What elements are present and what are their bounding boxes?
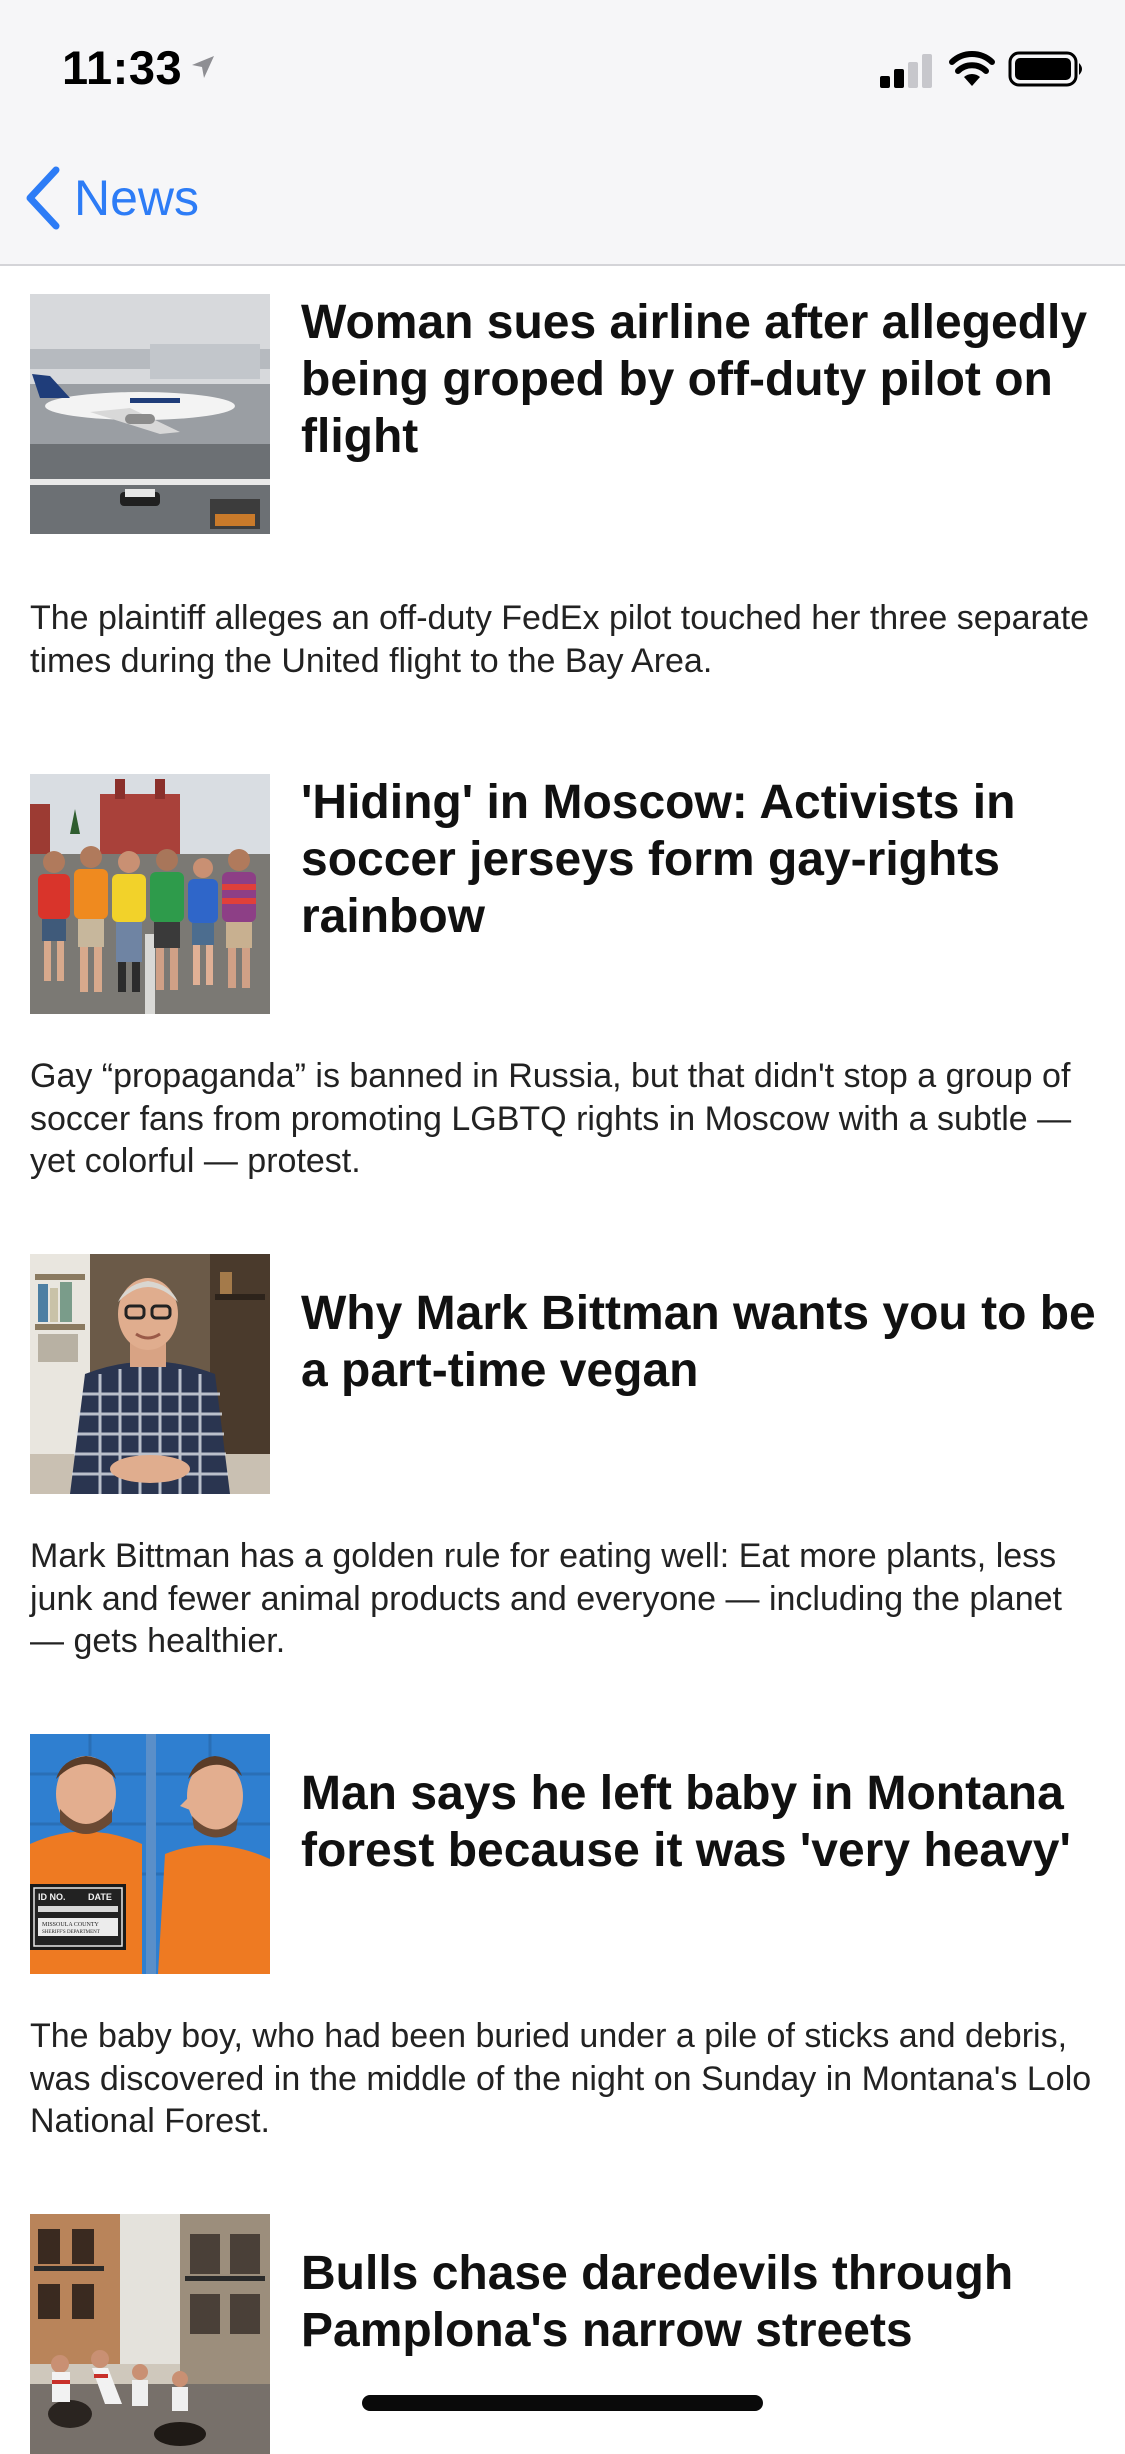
article-summary: Mark Bittman has a golden rule for eatin… xyxy=(30,1537,1062,1660)
chevron-left-icon xyxy=(26,166,60,230)
airplane-photo xyxy=(30,294,270,534)
mugshot-photo: ID NO. DATE MISSOULA COUNTY SHERIFF'S DE… xyxy=(30,1734,270,1974)
back-button[interactable]: News xyxy=(22,162,199,234)
street-run-photo xyxy=(30,2214,270,2454)
battery-icon xyxy=(1008,51,1082,87)
home-indicator[interactable] xyxy=(362,2395,763,2411)
article-headline: Bulls chase daredevils through Pamplona'… xyxy=(301,2247,1014,2357)
wifi-icon xyxy=(949,51,995,86)
article-summary: Gay “propaganda” is banned in Russia, bu… xyxy=(30,1057,1072,1180)
navigation-bar: 11:33 News xyxy=(0,0,1125,266)
article-summary: The plaintiff alleges an off-duty FedEx … xyxy=(30,599,1090,680)
location-arrow-icon xyxy=(192,56,214,78)
status-time: 11:33 xyxy=(62,41,183,94)
mugshot-id-label: ID NO. xyxy=(38,1892,66,1902)
portrait-photo xyxy=(30,1254,270,1494)
back-label: News xyxy=(74,170,200,226)
article-headline: 'Hiding' in Moscow: Activists in soccer … xyxy=(301,776,1016,943)
article-headline: Man says he left baby in Montana forest … xyxy=(301,1767,1071,1877)
mugshot-board-line-2: SHERIFF'S DEPARTMENT xyxy=(42,1930,100,1935)
mugshot-board-line-1: MISSOULA COUNTY xyxy=(42,1922,100,1928)
cellular-signal-icon xyxy=(880,54,932,88)
article-headline: Woman sues airline after allegedly being… xyxy=(301,296,1088,463)
article-summary: The baby boy, who had been buried under … xyxy=(30,2017,1092,2140)
activists-photo xyxy=(30,774,270,1014)
article-headline: Why Mark Bittman wants you to be a part-… xyxy=(301,1287,1096,1397)
mugshot-date-label: DATE xyxy=(88,1892,112,1902)
